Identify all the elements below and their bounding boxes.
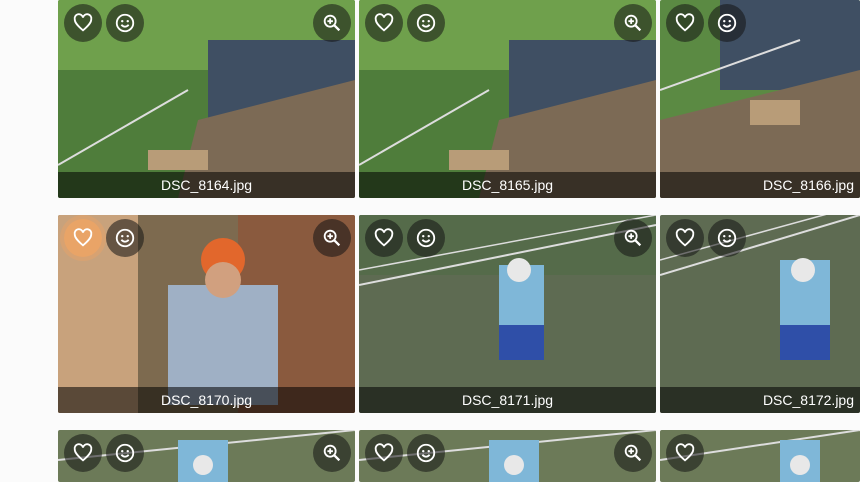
photo-tile[interactable]: DSC_8166.jpg [660,0,860,198]
zoom-button[interactable] [313,434,351,472]
like-button[interactable] [64,4,102,42]
zoom-in-icon [624,229,642,247]
like-button[interactable] [365,219,403,257]
heart-outline-icon [675,443,695,462]
face-button[interactable] [106,4,144,42]
like-button[interactable] [666,219,704,257]
photo-thumbnail[interactable] [359,430,656,482]
photo-filename: DSC_8171.jpg [359,387,656,413]
smiley-face-icon [416,228,436,248]
like-button[interactable] [64,219,102,257]
like-button[interactable] [365,4,403,42]
face-button[interactable] [106,219,144,257]
photo-tile[interactable] [359,430,656,482]
zoom-button[interactable] [614,219,652,257]
photo-tile[interactable]: DSC_8170.jpg [58,215,355,413]
heart-outline-icon [675,13,695,32]
smiley-face-icon [416,13,436,33]
photo-filename: DSC_8172.jpg [660,387,860,413]
photo-tile[interactable]: DSC_8172.jpg [660,215,860,413]
photo-thumbnail[interactable] [58,215,355,413]
photo-filename: DSC_8164.jpg [58,172,355,198]
photo-thumbnail[interactable] [359,215,656,413]
zoom-in-icon [624,14,642,32]
photo-filename: DSC_8170.jpg [58,387,355,413]
like-button[interactable] [666,4,704,42]
smiley-face-icon [717,13,737,33]
photo-tile[interactable] [660,430,860,482]
zoom-button[interactable] [313,4,351,42]
face-button[interactable] [106,434,144,472]
smiley-face-icon [416,443,436,463]
face-button[interactable] [407,219,445,257]
photo-filename: DSC_8165.jpg [359,172,656,198]
smiley-face-icon [717,228,737,248]
heart-outline-icon [675,228,695,247]
face-button[interactable] [708,4,746,42]
zoom-button[interactable] [614,4,652,42]
face-button[interactable] [708,219,746,257]
zoom-button[interactable] [614,434,652,472]
smiley-face-icon [115,443,135,463]
heart-outline-icon [374,228,394,247]
photo-thumbnail[interactable] [359,0,656,198]
photo-grid: DSC_8164.jpg DSC_8165.jpg DSC_8166.jpg D… [0,0,860,482]
zoom-in-icon [323,444,341,462]
like-button[interactable] [666,434,704,472]
smiley-face-icon [115,13,135,33]
photo-tile[interactable]: DSC_8164.jpg [58,0,355,198]
zoom-in-icon [323,229,341,247]
photo-thumbnail[interactable] [58,430,355,482]
face-button[interactable] [407,434,445,472]
face-button[interactable] [407,4,445,42]
like-button[interactable] [64,434,102,472]
heart-outline-icon [73,13,93,32]
photo-tile[interactable]: DSC_8165.jpg [359,0,656,198]
heart-outline-icon [73,228,93,247]
photo-filename: DSC_8166.jpg [660,172,860,198]
photo-thumbnail[interactable] [58,0,355,198]
heart-outline-icon [374,13,394,32]
smiley-face-icon [115,228,135,248]
heart-outline-icon [374,443,394,462]
zoom-in-icon [323,14,341,32]
photo-tile[interactable]: DSC_8171.jpg [359,215,656,413]
zoom-in-icon [624,444,642,462]
heart-outline-icon [73,443,93,462]
like-button[interactable] [365,434,403,472]
zoom-button[interactable] [313,219,351,257]
photo-tile[interactable] [58,430,355,482]
